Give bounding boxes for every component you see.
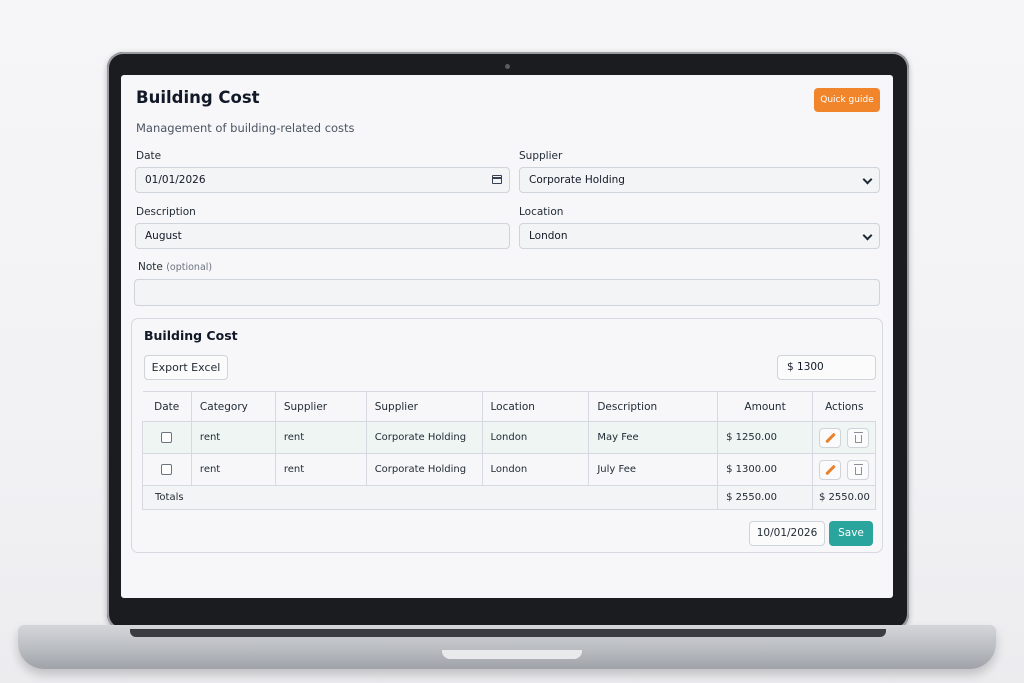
camera-icon: [505, 64, 510, 69]
amount-field[interactable]: $ 1300: [777, 355, 876, 380]
column-header: Actions: [811, 391, 876, 422]
page-title: Building Cost: [136, 88, 260, 107]
supplier-select[interactable]: Corporate Holding: [519, 167, 880, 193]
trackpad-notch: [442, 650, 582, 659]
totals-label: Totals: [141, 485, 719, 510]
description-cell: July Fee: [588, 453, 719, 486]
location-cell: London: [481, 421, 590, 454]
calendar-icon[interactable]: [492, 175, 502, 184]
column-header[interactable]: Supplier: [274, 391, 367, 422]
column-header[interactable]: Category: [190, 391, 276, 422]
column-header[interactable]: Location: [481, 391, 589, 422]
location-select[interactable]: London: [519, 223, 880, 249]
note-label-text: Note: [138, 261, 163, 273]
column-header[interactable]: Date: [142, 391, 192, 422]
trash-icon: [853, 463, 863, 475]
delete-button[interactable]: [846, 427, 869, 448]
edit-button[interactable]: [819, 459, 842, 480]
date-field[interactable]: 01/01/2026: [135, 167, 510, 193]
panel-title: Building Cost: [144, 328, 238, 343]
column-header[interactable]: Description: [588, 391, 718, 422]
column-header[interactable]: Supplier: [365, 391, 483, 422]
supplier-label: Supplier: [519, 150, 563, 162]
description-field[interactable]: August: [135, 223, 510, 249]
row-select-cell: [142, 421, 192, 454]
supplier-cell: rent: [274, 453, 367, 486]
table-row[interactable]: rent rent Corporate Holding London May F…: [142, 421, 877, 454]
totals-row: Totals $ 2550.00 $ 2550.00: [141, 485, 877, 510]
amount-cell: $ 1250.00: [717, 421, 813, 454]
supplier-name-cell: Corporate Holding: [365, 453, 483, 486]
trash-icon: [853, 431, 863, 443]
cost-panel: Building Cost Export Excel $ 1300 Date C…: [131, 318, 883, 553]
note-optional-text: (optional): [166, 262, 213, 273]
totals-actions-amount: $ 2550.00: [811, 485, 877, 510]
chevron-down-icon: [862, 230, 873, 241]
row-checkbox[interactable]: [161, 431, 173, 443]
category-cell: rent: [190, 453, 276, 486]
location-label: Location: [519, 206, 564, 218]
keyboard-strip: [130, 629, 886, 637]
export-excel-button[interactable]: Export Excel: [144, 355, 228, 380]
save-button[interactable]: Save: [829, 521, 873, 546]
description-value: August: [145, 230, 182, 242]
amount-cell: $ 1300.00: [717, 453, 813, 486]
category-cell: rent: [190, 421, 276, 454]
supplier-cell: rent: [274, 421, 367, 454]
actions-cell: [811, 453, 877, 486]
description-label: Description: [136, 206, 196, 218]
edit-button[interactable]: [819, 427, 842, 448]
column-header[interactable]: Amount: [717, 391, 813, 422]
app-screen: Building Cost Management of building-rel…: [121, 75, 893, 598]
totals-amount: $ 2550.00: [717, 485, 813, 510]
cost-table: Date Category Supplier Supplier Location…: [141, 391, 877, 510]
location-value: London: [529, 230, 568, 242]
description-cell: May Fee: [588, 421, 719, 454]
pencil-icon: [825, 464, 837, 475]
location-cell: London: [481, 453, 590, 486]
note-label: Note (optional): [138, 261, 212, 273]
row-select-cell: [142, 453, 192, 486]
page-subtitle: Management of building-related costs: [136, 121, 355, 135]
quick-guide-button[interactable]: Quick guide: [814, 88, 880, 112]
footer-date-field[interactable]: 10/01/2026: [749, 521, 825, 546]
supplier-name-cell: Corporate Holding: [365, 421, 483, 454]
row-checkbox[interactable]: [161, 463, 173, 475]
supplier-value: Corporate Holding: [529, 174, 625, 186]
date-value: 01/01/2026: [145, 174, 206, 186]
actions-cell: [811, 421, 877, 454]
table-header-row: Date Category Supplier Supplier Location…: [142, 391, 876, 422]
delete-button[interactable]: [846, 459, 869, 480]
chevron-down-icon: [862, 174, 873, 185]
pencil-icon: [825, 432, 837, 443]
table-row[interactable]: rent rent Corporate Holding London July …: [142, 453, 877, 486]
date-label: Date: [136, 150, 162, 162]
note-field[interactable]: [134, 279, 880, 306]
